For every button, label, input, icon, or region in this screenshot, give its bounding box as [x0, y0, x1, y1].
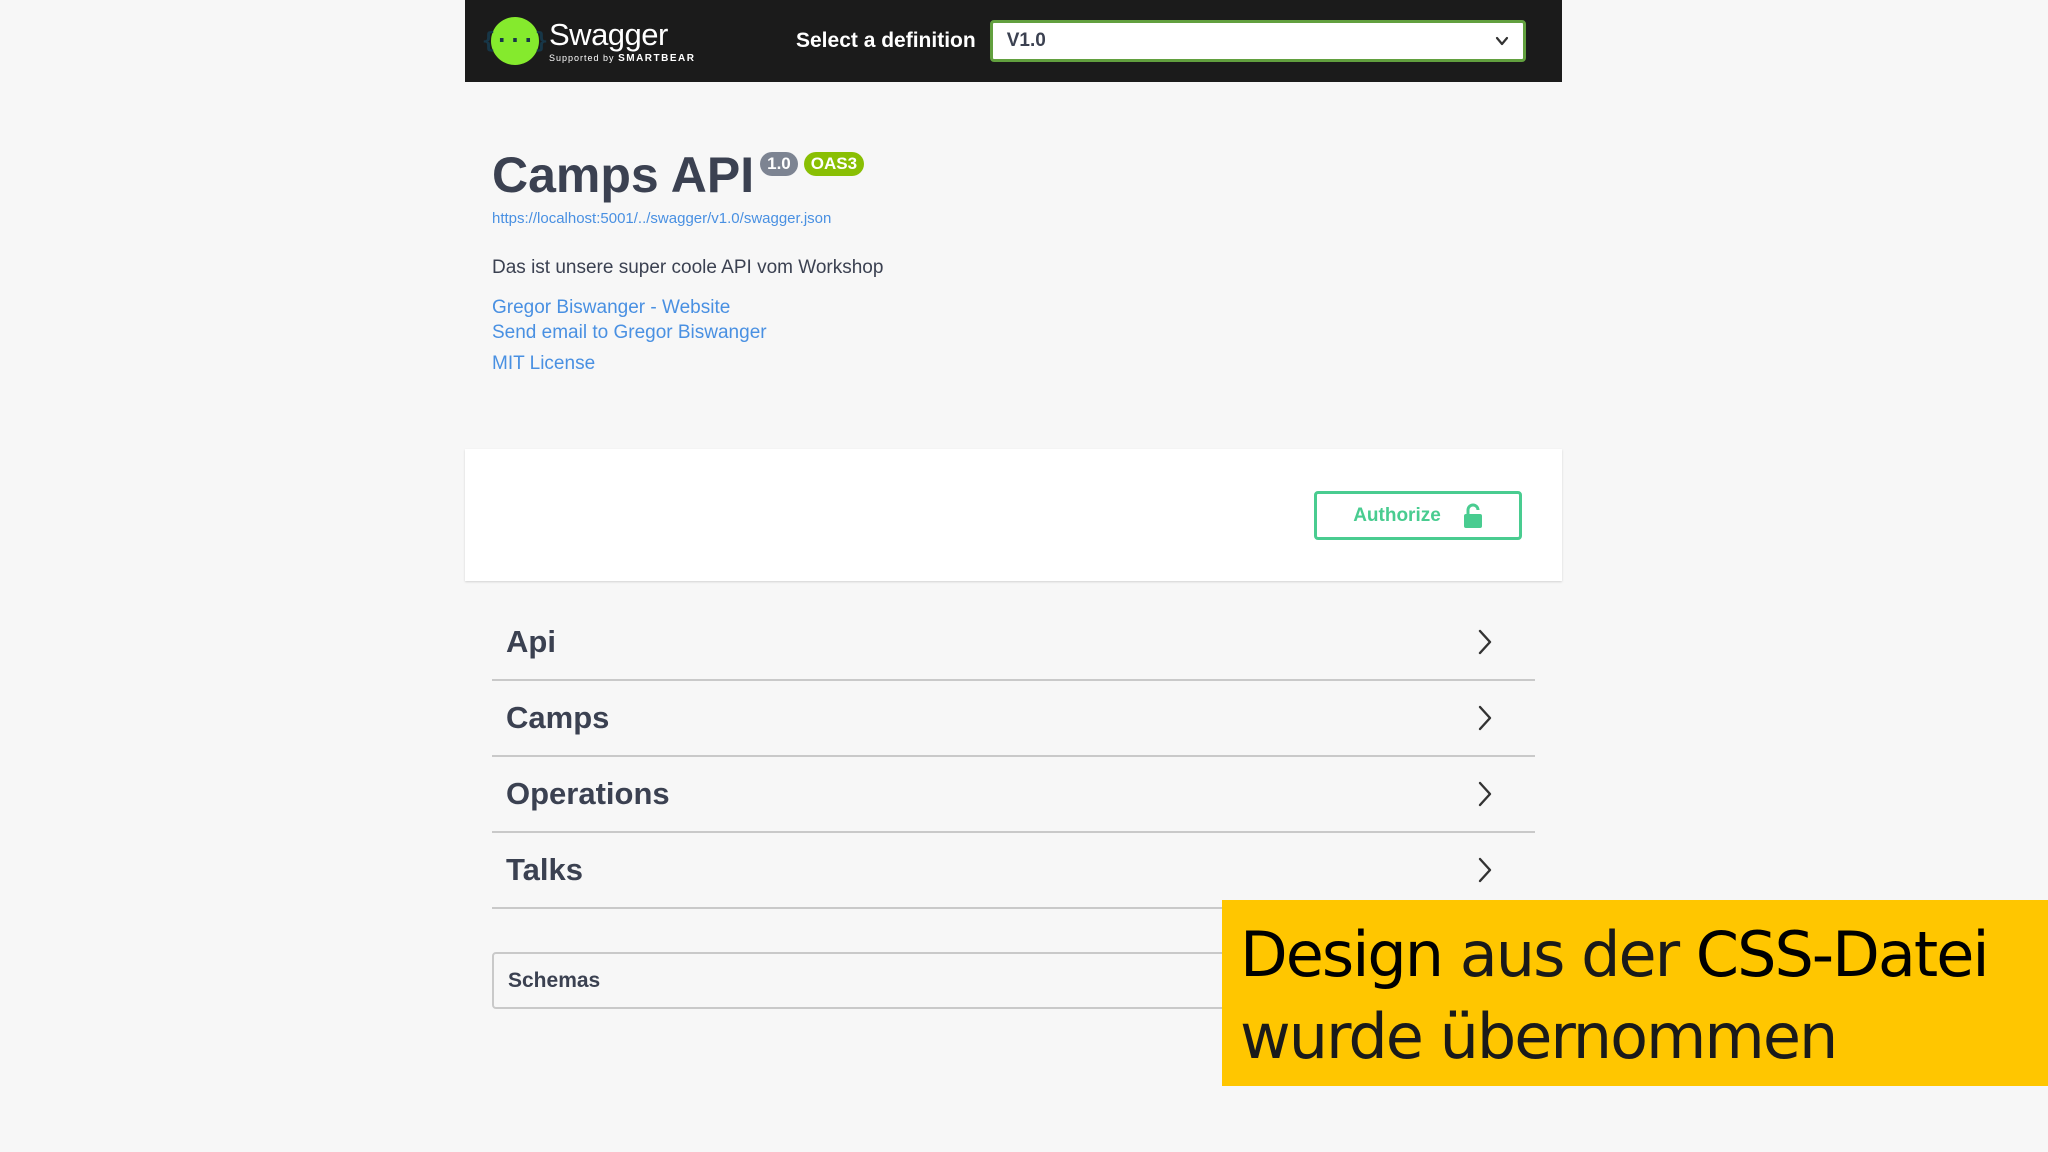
brand-sub: Supported by SMARTBEAR: [549, 53, 695, 64]
definition-select-value: V1.0: [1006, 30, 1046, 51]
tag-api[interactable]: Api: [492, 605, 1535, 681]
brand-name: Swagger: [549, 16, 668, 52]
brand-sub-prefix: Supported by: [549, 52, 615, 63]
chevron-right-icon: [1478, 781, 1492, 807]
tag-label: Operations: [506, 776, 670, 811]
api-info: Camps API 1.0 OAS3 https://localhost:500…: [492, 140, 1542, 376]
page-title: Camps API: [492, 147, 755, 203]
caption-line-1: Design aus der CSS-Datei: [1240, 914, 2048, 996]
swagger-logo-icon: {···}: [482, 17, 548, 65]
authorize-button[interactable]: Authorize: [1314, 491, 1522, 540]
oas-badge: OAS3: [803, 152, 865, 176]
topbar: {···} Swagger Supported by SMARTBEAR Sel…: [465, 0, 1562, 82]
authorize-label: Authorize: [1353, 504, 1441, 526]
brand-sub-company: SMARTBEAR: [618, 52, 696, 64]
tag-label: Api: [506, 624, 556, 659]
swagger-brand[interactable]: {···} Swagger Supported by SMARTBEAR: [482, 16, 796, 65]
caption-word-design: Design: [1240, 918, 1444, 991]
api-description: Das ist unsere super coole API vom Works…: [492, 257, 884, 278]
license-link[interactable]: MIT License: [492, 351, 1542, 376]
version-badge: 1.0: [760, 152, 798, 176]
caption-line-2: wurde übernommen: [1240, 1000, 1838, 1073]
title-row: Camps API 1.0 OAS3: [492, 140, 1542, 210]
schemas-label: Schemas: [508, 968, 601, 992]
tag-label: Talks: [506, 852, 583, 887]
chevron-down-icon: [1495, 36, 1508, 46]
lock-icon: [1463, 503, 1482, 528]
tag-talks[interactable]: Talks: [492, 833, 1535, 909]
caption-overlay: Design aus der CSS-Datei wurde übernomme…: [1222, 900, 2048, 1086]
caption-word-mid: aus der: [1442, 918, 1696, 991]
contact-website-link[interactable]: Gregor Biswanger - Website: [492, 295, 1542, 320]
tag-camps[interactable]: Camps: [492, 681, 1535, 757]
chevron-right-icon: [1478, 629, 1492, 655]
tag-operations[interactable]: Operations: [492, 757, 1535, 833]
tag-label: Camps: [506, 700, 610, 735]
select-definition-label: Select a definition: [796, 29, 976, 52]
contact-email-link[interactable]: Send email to Gregor Biswanger: [492, 320, 1542, 345]
operation-tags: Api Camps Operations Talks: [492, 605, 1535, 909]
chevron-right-icon: [1478, 857, 1492, 883]
definition-select[interactable]: V1.0: [989, 20, 1526, 62]
brand-text: Swagger Supported by SMARTBEAR: [549, 16, 695, 64]
contact-links: Gregor Biswanger - Website Send email to…: [492, 295, 1542, 376]
spec-url-link[interactable]: https://localhost:5001/../swagger/v1.0/s…: [492, 210, 1542, 227]
scheme-container: Authorize: [465, 449, 1562, 581]
caption-word-css: CSS-Datei: [1695, 918, 1990, 991]
chevron-right-icon: [1478, 705, 1492, 731]
